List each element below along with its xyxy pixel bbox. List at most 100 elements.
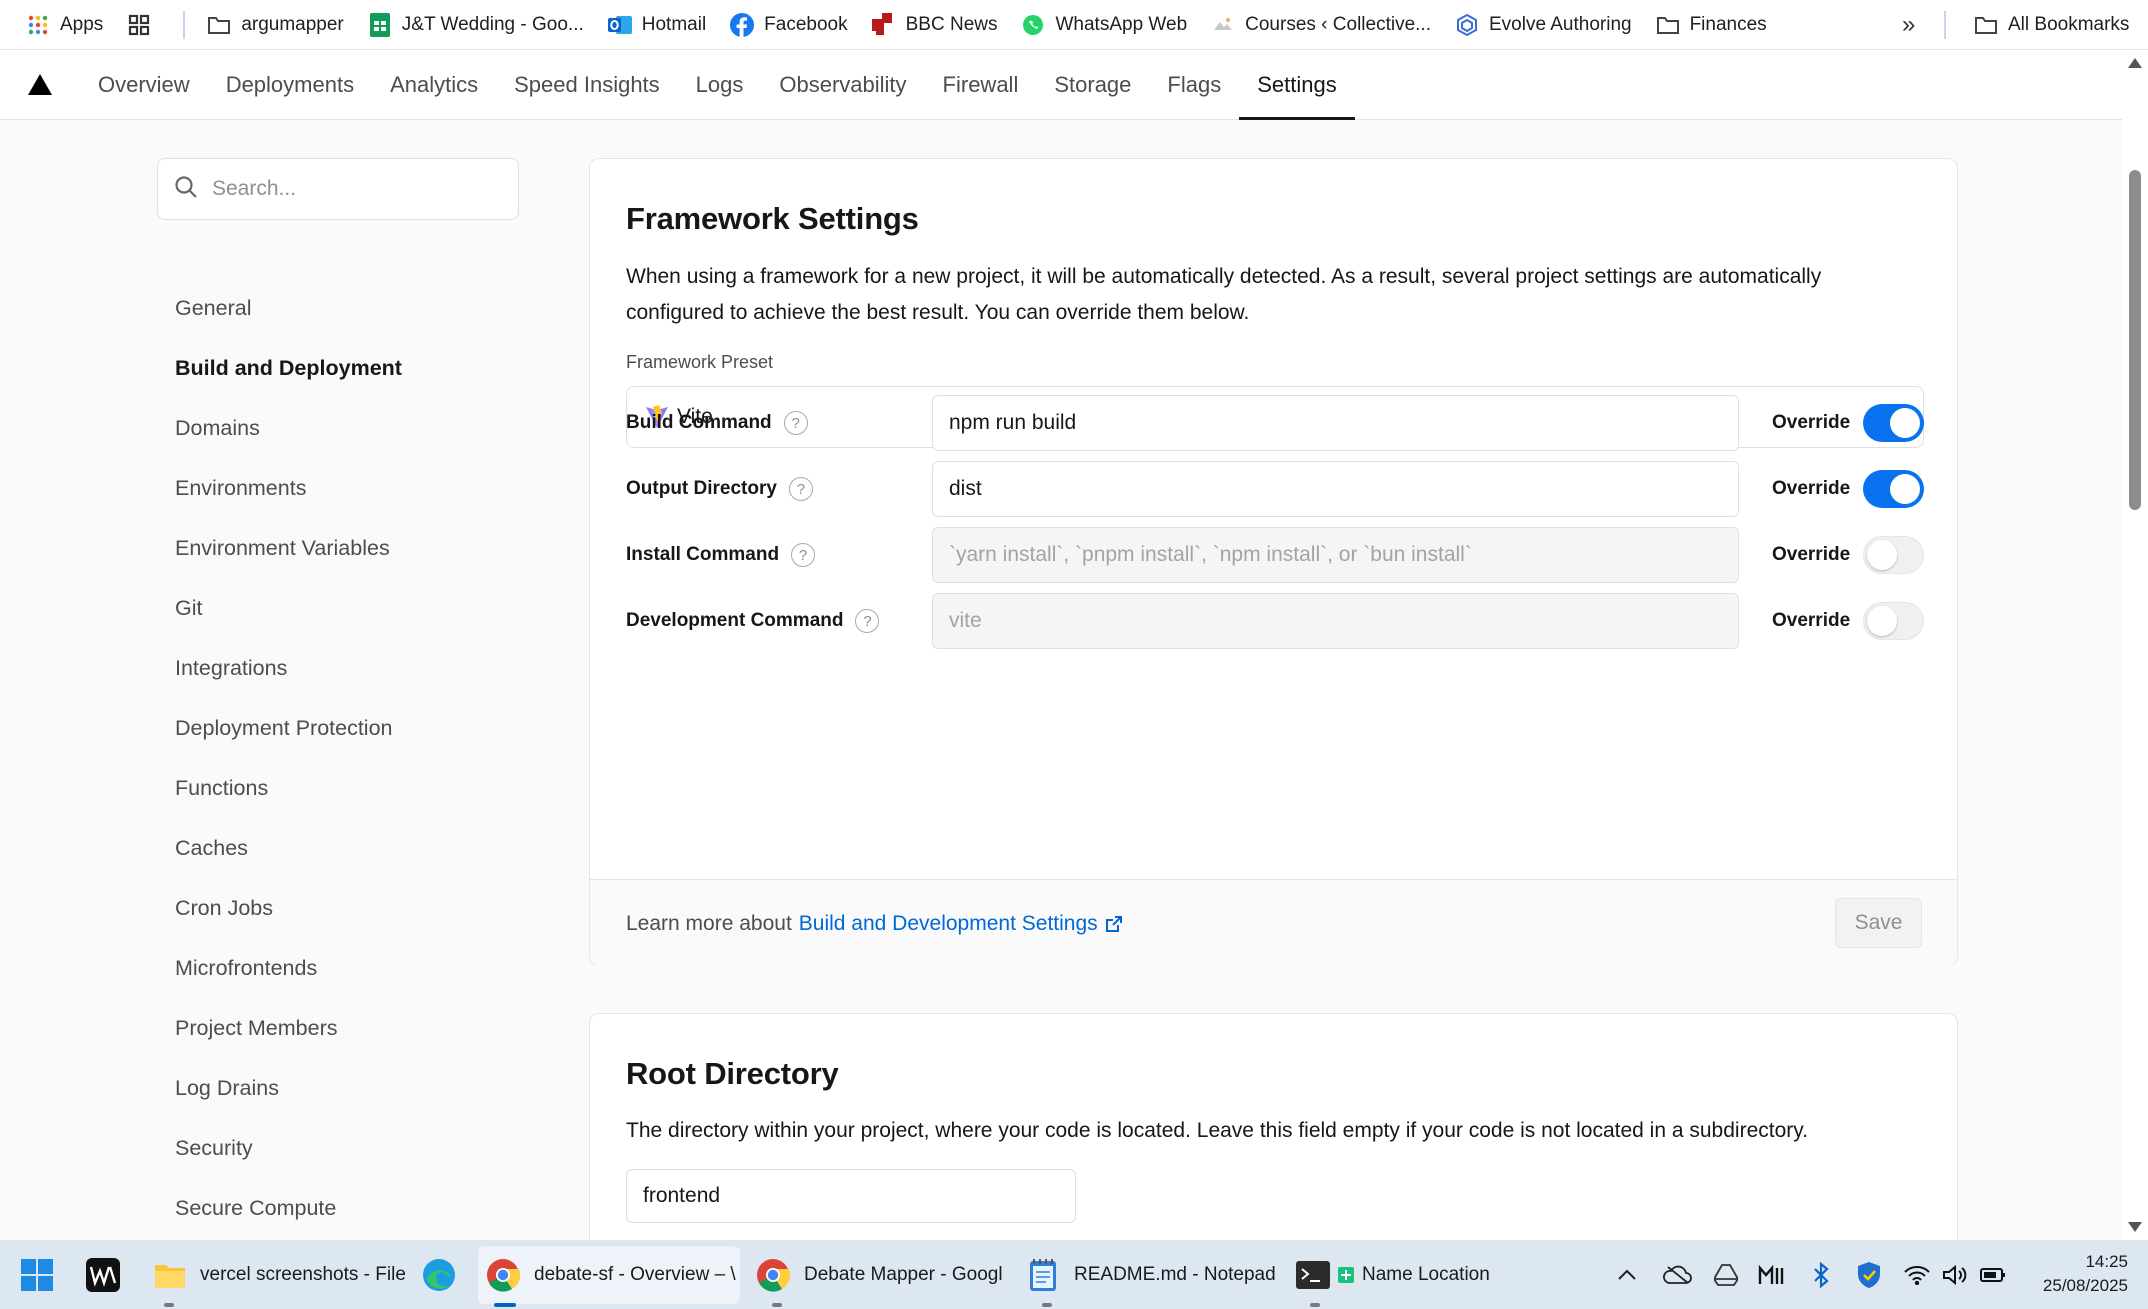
- sidebar-item-project-members[interactable]: Project Members: [175, 998, 525, 1058]
- development-command-override-toggle[interactable]: [1863, 602, 1924, 640]
- bluetooth-icon[interactable]: [1812, 1240, 1830, 1309]
- framework-preset-label: Framework Preset: [626, 352, 774, 372]
- bookmark-jt-wedding[interactable]: J&T Wedding - Goo...: [356, 0, 596, 50]
- vercel-logo-icon[interactable]: [0, 50, 80, 119]
- install-command-row: Install Command ? `yarn install`, `pnpm …: [626, 527, 1924, 583]
- active-window-indicator: [494, 1303, 516, 1307]
- bookmark-argumapper[interactable]: argumapper: [195, 0, 355, 50]
- collective-icon: [1211, 13, 1235, 37]
- wifi-icon[interactable]: [1904, 1240, 1930, 1309]
- bookmark-evolve[interactable]: Evolve Authoring: [1443, 0, 1644, 50]
- tray-overflow-icon[interactable]: [1616, 1240, 1638, 1309]
- tab-overview[interactable]: Overview: [80, 50, 208, 119]
- install-command-override-toggle[interactable]: [1863, 536, 1924, 574]
- all-bookmarks-button[interactable]: All Bookmarks: [1962, 0, 2141, 50]
- bookmarks-bar: Apps argumapper J&T Wedding - Goo... Hot…: [0, 0, 2148, 50]
- sidebar-item-integrations[interactable]: Integrations: [175, 638, 525, 698]
- taskbar-chrome-debate-mapper[interactable]: Debate Mapper - Googl: [748, 1246, 1010, 1304]
- tab-observability[interactable]: Observability: [761, 50, 924, 119]
- tab-analytics[interactable]: Analytics: [372, 50, 496, 119]
- bookmark-label: Facebook: [764, 13, 848, 35]
- output-directory-input[interactable]: dist: [932, 461, 1739, 517]
- all-bookmarks-label: All Bookmarks: [2008, 14, 2130, 35]
- bookmark-bbc-news[interactable]: BBC News: [860, 0, 1010, 50]
- search-input[interactable]: [212, 177, 492, 201]
- tab-speed-insights[interactable]: Speed Insights: [496, 50, 678, 119]
- development-command-label-text: Development Command: [626, 610, 844, 631]
- tab-deployments[interactable]: Deployments: [208, 50, 372, 119]
- edge-icon[interactable]: [416, 1252, 462, 1298]
- bookmark-label: WhatsApp Web: [1055, 13, 1188, 35]
- output-directory-override-toggle[interactable]: [1863, 470, 1924, 508]
- description-line-2: configured to achieve the best result. Y…: [626, 301, 1250, 324]
- sidebar-item-environments[interactable]: Environments: [175, 458, 525, 518]
- taskbar-notepad[interactable]: README.md - Notepad: [1018, 1246, 1288, 1304]
- sidebar-item-secure-compute[interactable]: Secure Compute: [175, 1178, 525, 1238]
- gmail-tray-icon[interactable]: [1758, 1240, 1784, 1309]
- sidebar-item-cron-jobs[interactable]: Cron Jobs: [175, 878, 525, 938]
- sidebar-item-domains[interactable]: Domains: [175, 398, 525, 458]
- tab-flags[interactable]: Flags: [1149, 50, 1239, 119]
- google-drive-icon[interactable]: [1714, 1240, 1738, 1309]
- scroll-up-arrow-icon[interactable]: [2128, 58, 2142, 68]
- notepad-icon: [1026, 1258, 1060, 1292]
- root-directory-input[interactable]: frontend: [626, 1169, 1076, 1223]
- sidebar-item-build-and-deployment[interactable]: Build and Deployment: [175, 338, 525, 398]
- search-icon: [174, 175, 198, 204]
- build-settings-docs-link[interactable]: Build and Development Settings: [799, 912, 1122, 936]
- build-command-override-toggle[interactable]: [1863, 404, 1924, 442]
- page-scrollbar[interactable]: [2122, 50, 2148, 1240]
- settings-search[interactable]: [157, 158, 519, 220]
- tab-firewall[interactable]: Firewall: [925, 50, 1037, 119]
- bookmark-hotmail[interactable]: Hotmail: [596, 0, 718, 50]
- windows-start-icon[interactable]: [14, 1252, 60, 1298]
- sidebar-item-general[interactable]: General: [175, 278, 525, 338]
- bookmark-facebook[interactable]: Facebook: [718, 0, 859, 50]
- help-icon[interactable]: ?: [783, 411, 808, 435]
- taskbar-chrome-debate-sf[interactable]: debate-sf - Overview – \: [478, 1246, 740, 1304]
- tab-storage[interactable]: Storage: [1036, 50, 1149, 119]
- whatsapp-icon: [1021, 13, 1045, 37]
- volume-icon[interactable]: [1942, 1240, 1968, 1309]
- save-button[interactable]: Save: [1835, 898, 1922, 948]
- bookmarks-overflow-button[interactable]: »: [1902, 0, 1915, 50]
- framework-settings-title: Framework Settings: [626, 201, 919, 236]
- scroll-down-arrow-icon[interactable]: [2128, 1222, 2142, 1232]
- taskbar-app-label: Name Location: [1362, 1264, 1490, 1285]
- sidebar-item-security[interactable]: Security: [175, 1118, 525, 1178]
- tab-logs[interactable]: Logs: [678, 50, 762, 119]
- bookmark-apps[interactable]: Apps: [14, 0, 115, 50]
- battery-icon[interactable]: [1980, 1240, 2006, 1309]
- sidebar-item-microfrontends[interactable]: Microfrontends: [175, 938, 525, 998]
- sidebar-item-caches[interactable]: Caches: [175, 818, 525, 878]
- sidebar-item-log-drains[interactable]: Log Drains: [175, 1058, 525, 1118]
- sidebar-item-deployment-protection[interactable]: Deployment Protection: [175, 698, 525, 758]
- scrollbar-thumb[interactable]: [2129, 170, 2141, 510]
- tab-settings[interactable]: Settings: [1239, 50, 1355, 120]
- bookmark-whatsapp[interactable]: WhatsApp Web: [1009, 0, 1199, 50]
- taskbar-app-label: vercel screenshots - File: [200, 1264, 406, 1285]
- sidebar-item-functions[interactable]: Functions: [175, 758, 525, 818]
- taskbar-terminal[interactable]: Name Location: [1288, 1246, 1518, 1304]
- help-icon[interactable]: ?: [788, 477, 813, 501]
- security-shield-icon[interactable]: [1856, 1240, 1882, 1309]
- writer-app-icon[interactable]: [80, 1252, 126, 1298]
- build-command-label-text: Build Command: [626, 412, 772, 433]
- onedrive-icon[interactable]: [1662, 1240, 1692, 1309]
- toggle-knob: [1867, 606, 1897, 636]
- bookmark-tab-groups[interactable]: [115, 0, 173, 50]
- bookmark-finances[interactable]: Finances: [1644, 0, 1779, 50]
- bookmark-separator: [183, 10, 186, 39]
- toggle-knob: [1890, 408, 1920, 438]
- install-command-input[interactable]: `yarn install`, `pnpm install`, `npm ins…: [932, 527, 1739, 583]
- system-clock[interactable]: 14:25 25/08/2025: [2016, 1250, 2128, 1298]
- build-command-input[interactable]: npm run build: [932, 395, 1739, 451]
- bookmark-courses[interactable]: Courses ‹ Collective...: [1199, 0, 1443, 50]
- sidebar-item-environment-variables[interactable]: Environment Variables: [175, 518, 525, 578]
- output-directory-label: Output Directory ?: [626, 461, 813, 517]
- help-icon[interactable]: ?: [855, 609, 880, 633]
- sidebar-item-git[interactable]: Git: [175, 578, 525, 638]
- help-icon[interactable]: ?: [791, 543, 816, 567]
- development-command-input[interactable]: vite: [932, 593, 1739, 649]
- taskbar-file-explorer[interactable]: vercel screenshots - File: [146, 1246, 406, 1304]
